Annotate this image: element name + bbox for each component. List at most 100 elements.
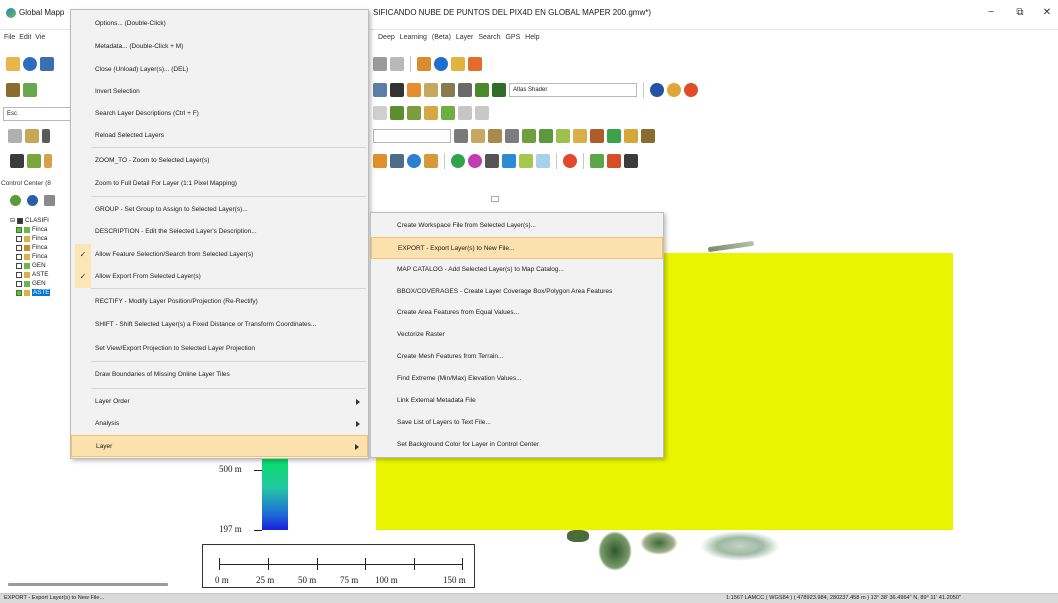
context-menu-item[interactable]: ZOOM_TO - Zoom to Selected Layer(s) (71, 150, 368, 172)
context-menu-item[interactable]: Draw Boundaries of Missing Online Layer … (71, 364, 368, 386)
gps-add-icon[interactable] (519, 154, 533, 168)
layer-dropdown[interactable] (373, 129, 451, 143)
stats-icon[interactable] (624, 154, 638, 168)
digitizer-icon[interactable] (25, 129, 39, 143)
gps-mark-icon[interactable] (536, 154, 550, 168)
context-menu-item[interactable]: Zoom to Full Detail For Layer (1:1 Pixel… (71, 173, 368, 195)
contour-icon[interactable] (424, 83, 438, 97)
color-icon[interactable] (563, 154, 577, 168)
submenu-item[interactable]: Link External Metadata File (371, 390, 663, 412)
globe-icon[interactable] (23, 57, 37, 71)
layer-row[interactable]: Finca (10, 225, 72, 234)
pan-icon[interactable] (8, 129, 22, 143)
save-icon[interactable] (40, 57, 54, 71)
view-shed-icon[interactable] (390, 154, 404, 168)
raster-icon[interactable] (373, 83, 387, 97)
globe-settings-icon[interactable] (650, 83, 664, 97)
context-menu-item[interactable]: ✓ Allow Feature Selection/Search from Sel… (71, 244, 368, 266)
measure-line-icon[interactable] (475, 106, 489, 120)
context-menu-item[interactable]: Search Layer Descriptions (Ctrl + F) (71, 103, 368, 125)
close-button[interactable]: ✕ (1036, 4, 1058, 22)
measure-icon[interactable] (42, 129, 50, 143)
menu-bar-right[interactable]: Deep Learning (Beta) Layer Search GPS He… (378, 34, 540, 41)
submenu-item[interactable]: Create Mesh Features from Terrain... (371, 346, 663, 368)
submenu-item[interactable]: Vectorize Raster (371, 324, 663, 346)
draw-line-icon[interactable] (373, 106, 387, 120)
context-menu-item[interactable]: Analysis (71, 413, 368, 435)
layer-checkbox[interactable] (16, 271, 22, 278)
powerline-icon[interactable] (590, 129, 604, 143)
online-layer-icon[interactable] (27, 195, 38, 206)
search-field[interactable]: Esc (3, 107, 75, 121)
draw-area-icon[interactable] (390, 106, 404, 120)
lidar-icon[interactable] (471, 129, 485, 143)
submenu-item[interactable]: EXPORT - Export Layer(s) to New File... (371, 237, 663, 259)
layer-checkbox[interactable] (16, 226, 22, 233)
vegetation-icon[interactable] (556, 129, 570, 143)
gps-center-icon[interactable] (502, 154, 516, 168)
restore-button[interactable]: ⧉ (1009, 4, 1031, 22)
flythrough-icon[interactable] (424, 154, 438, 168)
layer-tree-root[interactable]: ⊟ CLASIFI (10, 216, 72, 225)
grid-icon[interactable] (390, 57, 404, 71)
minimize-button[interactable]: − (980, 4, 1002, 22)
context-menu-item[interactable]: Reload Selected Layers (71, 125, 368, 147)
context-menu-item[interactable]: Invert Selection (71, 81, 368, 103)
layer-row[interactable]: Finca (10, 252, 72, 261)
pencil-icon[interactable] (417, 57, 431, 71)
terrain-shade-icon[interactable] (23, 83, 37, 97)
context-menu-item[interactable]: DESCRIPTION - Edit the Selected Layer's … (71, 221, 368, 243)
submenu-item[interactable]: Create Workspace File from Selected Laye… (371, 215, 663, 237)
layer-row[interactable]: ASTE (10, 288, 72, 297)
context-menu-item[interactable]: RECTIFY - Modify Layer Position/Projecti… (71, 291, 368, 313)
delete-icon[interactable] (373, 57, 387, 71)
context-menu-item[interactable]: Layer Order (71, 391, 368, 413)
layer-checkbox[interactable] (16, 235, 22, 242)
tree-extract-icon[interactable] (607, 129, 621, 143)
gps-track-icon[interactable] (485, 154, 499, 168)
context-menu-item[interactable]: Metadata... (Double-Click + M) (71, 36, 368, 58)
digitize-icon[interactable] (424, 106, 438, 120)
open-folder-icon[interactable] (6, 57, 20, 71)
layer-row[interactable]: Finca (10, 243, 72, 252)
context-menu-item[interactable]: Options... (Double-Click) (71, 13, 368, 35)
gear-icon[interactable] (667, 83, 681, 97)
layer-row[interactable]: Finca (10, 234, 72, 243)
shader-icon[interactable] (475, 83, 489, 97)
submenu-item[interactable]: Set Background Color for Layer in Contro… (371, 434, 663, 456)
tree-icon[interactable] (27, 154, 41, 168)
context-menu-item[interactable]: Set View/Export Projection to Selected L… (71, 338, 368, 360)
terrain-icon[interactable] (6, 83, 20, 97)
layer-row[interactable]: GEN (10, 261, 72, 270)
path-profile-icon[interactable] (44, 154, 52, 168)
3d-globe-icon[interactable] (407, 154, 421, 168)
submenu-item[interactable]: BBOX/COVERAGES - Create Layer Coverage B… (371, 281, 663, 303)
info-icon[interactable] (434, 57, 448, 71)
zoom-layer-icon[interactable] (10, 195, 21, 206)
building-icon[interactable] (573, 129, 587, 143)
filter-icon[interactable] (454, 129, 468, 143)
3d-view-icon[interactable] (10, 154, 24, 168)
horizontal-scrollbar[interactable] (8, 583, 168, 586)
submenu-item[interactable]: MAP CATALOG - Add Selected Layer(s) to M… (371, 259, 663, 281)
options-icon[interactable] (44, 195, 55, 206)
layer-row[interactable]: ASTE (10, 270, 72, 279)
collapse-icon[interactable]: ⊟ (10, 217, 15, 224)
layer-row[interactable]: GEN (10, 279, 72, 288)
layer-checkbox[interactable] (16, 280, 22, 287)
context-menu-item[interactable]: Layer (71, 435, 368, 457)
light-icon[interactable] (458, 83, 472, 97)
submenu-item[interactable]: Create Area Features from Equal Values..… (371, 302, 663, 324)
context-menu-item[interactable]: Close (Unload) Layer(s)... (DEL) (71, 59, 368, 81)
search-map-icon[interactable] (451, 57, 465, 71)
edit-vertex-icon[interactable] (407, 106, 421, 120)
lidar-edit-icon[interactable] (505, 129, 519, 143)
record-icon[interactable] (468, 154, 482, 168)
submenu-item[interactable]: Find Extreme (Min/Max) Elevation Values.… (371, 368, 663, 390)
elevation-icon[interactable] (441, 83, 455, 97)
point-cloud-icon[interactable] (641, 129, 655, 143)
layer-checkbox[interactable] (16, 289, 22, 296)
snap-icon[interactable] (458, 106, 472, 120)
mesh-icon[interactable] (624, 129, 638, 143)
report-icon[interactable] (468, 57, 482, 71)
